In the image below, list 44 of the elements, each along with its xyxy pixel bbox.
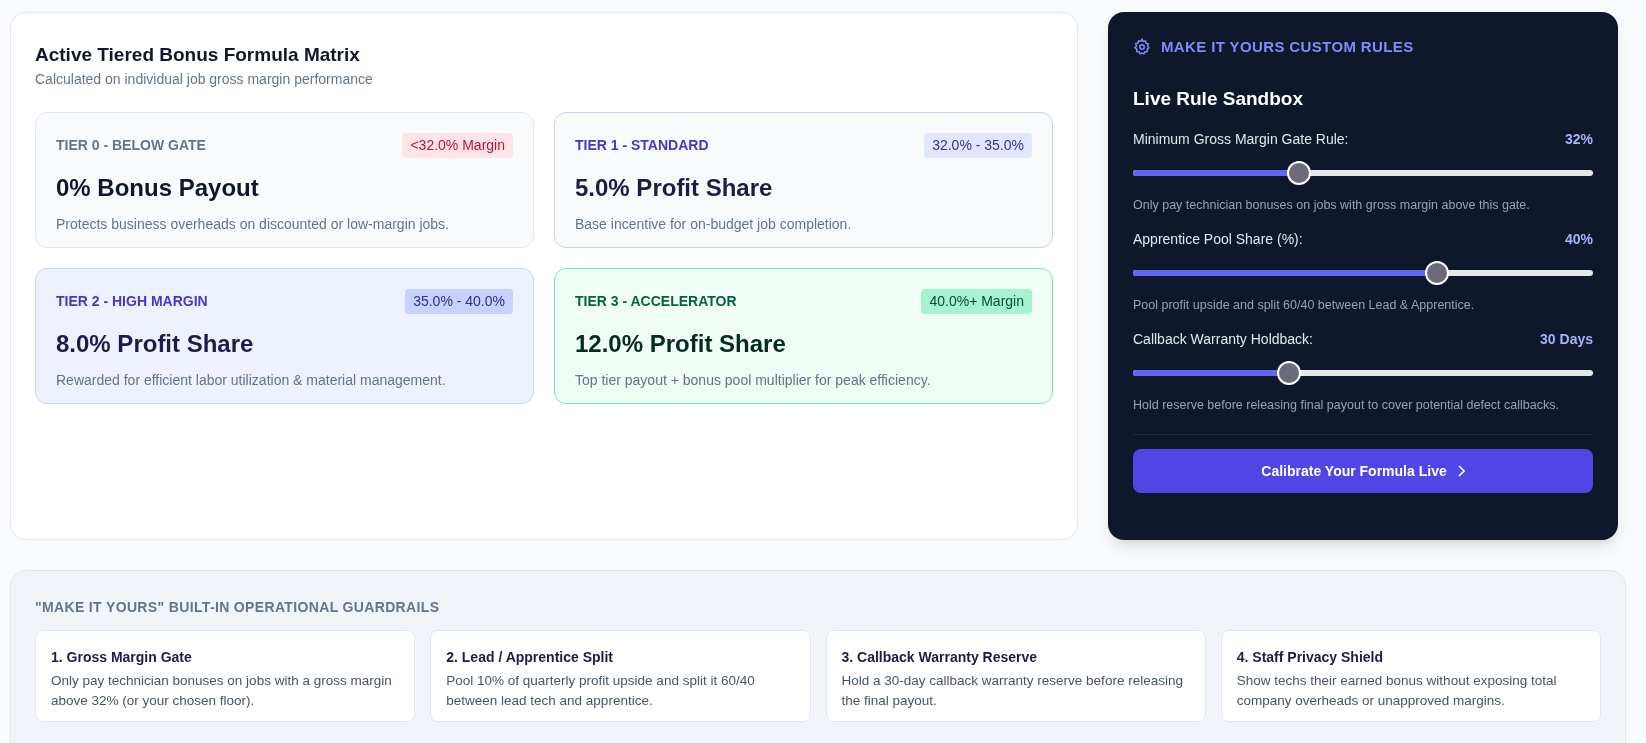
tier-headline: 12.0% Profit Share xyxy=(575,328,787,359)
guardrail-title: 2. Lead / Apprentice Split xyxy=(446,648,614,667)
tier-description: Rewarded for efficient labor utilization & material management. xyxy=(56,370,447,390)
tier-label: TIER 1 - STANDARD xyxy=(575,135,709,155)
slider-thumb[interactable] xyxy=(1286,161,1311,185)
guardrails-title: "MAKE IT YOURS" BUILT-IN OPERATIONAL GUARDRAILS xyxy=(35,598,441,617)
margin-badge: 35.0% - 40.0% xyxy=(405,288,513,314)
tier-description: Top tier payout + bonus pool multiplier for peak efficiency. xyxy=(575,370,932,390)
slider-hint: Hold reserve before releasing final payout to cover potential defect callbacks. xyxy=(1133,396,1560,414)
tier-label: TIER 3 - ACCELERATOR xyxy=(575,291,737,311)
guardrail-title: 4. Staff Privacy Shield xyxy=(1236,648,1385,667)
margin-badge: 32.0% - 35.0% xyxy=(924,132,1032,158)
tier-description: Base incentive for on-budget job completion. xyxy=(575,214,853,234)
slider-hint: Only pay technician bonuses on jobs with gross margin above this gate. xyxy=(1133,197,1531,214)
tier-headline: 0% Bonus Payout xyxy=(56,172,260,203)
guardrail-text: Hold a 30-day callback warranty reserve before releasing the final payout. xyxy=(841,672,1184,710)
guardrail-text: Pool 10% of quarterly profit upside and split it 60/40 between lead tech and apprentice. xyxy=(446,672,756,710)
tier-label: TIER 2 - HIGH MARGIN xyxy=(56,291,208,311)
margin-badge: <32.0% Margin xyxy=(402,132,513,158)
panel-title: Live Rule Sandbox xyxy=(1133,86,1304,111)
slider-thumb[interactable] xyxy=(1277,360,1302,385)
matrix-subtitle: Calculated on individual job gross margin performance xyxy=(35,69,374,89)
matrix-title: Active Tiered Bonus Formula Matrix xyxy=(35,43,361,67)
tier-label: TIER 0 - BELOW GATE xyxy=(56,135,206,155)
slider-label: Apprentice Pool Share (%): xyxy=(1133,229,1303,249)
slider-label: Minimum Gross Margin Gate Rule: xyxy=(1133,130,1349,149)
guardrail-text: Only pay technician bonuses on jobs with a gross margin above 32% (or your chosen floor). xyxy=(51,672,393,710)
tier-headline: 5.0% Profit Share xyxy=(575,172,774,203)
slider-reading: 32% xyxy=(1564,130,1593,149)
chevron-right-icon xyxy=(1456,465,1465,478)
slider-reading: 30 Days xyxy=(1540,329,1593,349)
slider-label: Callback Warranty Holdback: xyxy=(1133,329,1313,349)
calibrate-button[interactable]: Calibrate Your Formula Live xyxy=(1133,449,1593,494)
tier-description: Protects business overheads on discounted or low-margin jobs. xyxy=(56,214,450,234)
slider-thumb[interactable] xyxy=(1424,260,1449,285)
margin-badge: 40.0%+ Margin xyxy=(921,288,1032,314)
guardrail-title: 1. Gross Margin Gate xyxy=(51,648,193,667)
guardrail-title: 3. Callback Warranty Reserve xyxy=(841,648,1039,667)
guardrail-text: Show techs their earned bonus without exposing total company overheads or unapproved margins. xyxy=(1236,672,1558,710)
tier-headline: 8.0% Profit Share xyxy=(56,328,255,359)
slider-hint: Pool profit upside and split 60/40 between Lead & Apprentice. xyxy=(1133,296,1476,314)
panel-eyebrow: MAKE IT YOURS CUSTOM RULES xyxy=(1161,37,1414,57)
slider-reading: 40% xyxy=(1564,229,1593,249)
gear-icon xyxy=(1133,38,1151,57)
